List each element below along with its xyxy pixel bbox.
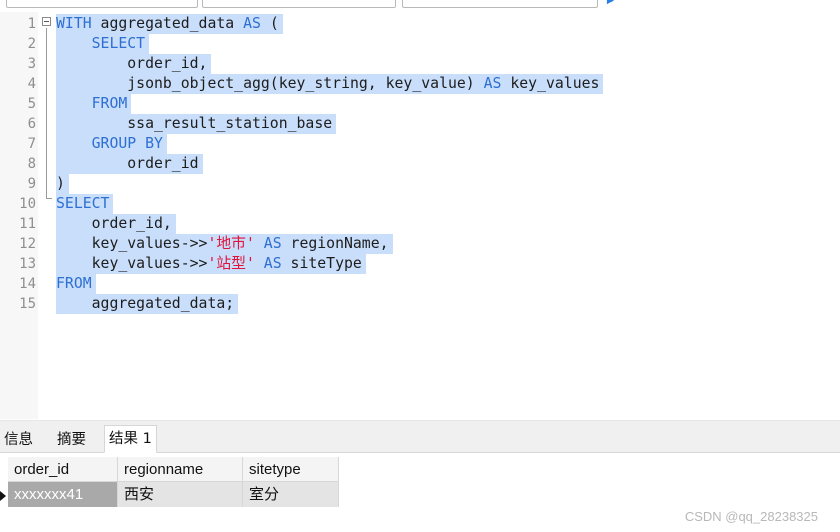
grid-cell[interactable]: 室分 (243, 482, 339, 507)
top-toolbar-strip (0, 0, 840, 8)
run-icon[interactable] (606, 0, 615, 5)
sql-editor[interactable]: 1 WITH aggregated_data AS (2 SELECT 3 orde… (0, 12, 840, 419)
line-number: 3 (27, 56, 36, 72)
line-number: 9 (27, 176, 36, 192)
line-number: 14 (19, 276, 36, 292)
code-line: 2 SELECT (0, 34, 840, 54)
fold-toggle-icon[interactable] (42, 17, 51, 26)
sql-token: key_values->> (56, 235, 208, 252)
code-text: ) (56, 174, 69, 194)
code-line: 3 order_id, (0, 54, 840, 74)
code-text: order_id (56, 154, 203, 174)
line-number: 7 (27, 136, 36, 152)
fold-guide-end (46, 198, 52, 199)
line-number: 15 (19, 296, 36, 312)
code-text: order_id, (56, 214, 176, 234)
database-select[interactable] (202, 0, 396, 8)
line-number: 4 (27, 76, 36, 92)
sql-keyword: SELECT (91, 35, 146, 52)
code-text: aggregated_data; (56, 294, 239, 314)
grid-cell[interactable]: 西安 (118, 482, 243, 507)
code-text: SELECT (56, 34, 150, 54)
current-row-indicator-icon (0, 491, 6, 501)
code-line: 6 ssa_result_station_base (0, 114, 840, 134)
code-line: 5 FROM (0, 94, 840, 114)
line-number: 10 (19, 196, 36, 212)
sql-keyword: AS (263, 255, 282, 272)
code-line: 4 jsonb_object_agg(key_string, key_value… (0, 74, 840, 94)
sql-token: key_values (501, 75, 600, 92)
code-line: 15 aggregated_data; (0, 294, 840, 314)
column-header[interactable]: regionname (118, 457, 243, 482)
sql-token: regionName, (281, 235, 389, 252)
sql-token: order_id (56, 155, 199, 172)
code-line: 14 FROM (0, 274, 840, 294)
sql-token: ) (56, 175, 65, 192)
tab-summary[interactable]: 摘要 (53, 428, 90, 452)
code-line: 13 key_values->>'站型' AS siteType (0, 254, 840, 274)
grid-cell[interactable]: xxxxxxx41 (8, 482, 118, 507)
code-text: WITH aggregated_data AS ( (56, 14, 283, 34)
code-text: FROM (56, 274, 96, 294)
line-number: 12 (19, 236, 36, 252)
sql-keyword: FROM (91, 95, 128, 112)
line-number: 5 (27, 96, 36, 112)
code-text: SELECT (56, 194, 114, 214)
sql-keyword: AS (263, 235, 282, 252)
code-line: 10 SELECT (0, 194, 840, 214)
sql-keyword: AS (243, 15, 261, 32)
sql-token: order_id, (56, 55, 208, 72)
code-line: 12 key_values->>'地市' AS regionName, (0, 234, 840, 254)
code-text: GROUP BY (56, 134, 167, 154)
code-text: ssa_result_station_base (56, 114, 337, 134)
sql-string: '站型' (207, 255, 255, 272)
sql-token: aggregated_data; (56, 295, 235, 312)
connection-select[interactable] (6, 0, 198, 8)
line-number: 6 (27, 116, 36, 132)
sql-keyword: WITH (56, 15, 92, 32)
watermark: CSDN @qq_28238325 (684, 509, 818, 524)
sql-keyword: GROUP BY (91, 135, 163, 152)
code-line: 11 order_id, (0, 214, 840, 234)
sql-token: ssa_result_station_base (56, 115, 333, 132)
tab-result-1[interactable]: 结果 1 (104, 425, 157, 453)
code-text: jsonb_object_agg(key_string, key_value) … (56, 74, 604, 94)
fold-guide (46, 28, 47, 198)
line-number: 2 (27, 36, 36, 52)
sql-string: '地市' (207, 235, 255, 252)
line-number: 1 (27, 16, 36, 32)
sql-token: siteType (281, 255, 362, 272)
code-line: 1 WITH aggregated_data AS ( (0, 14, 840, 34)
code-text: key_values->>'地市' AS regionName, (56, 234, 393, 254)
code-text: FROM (56, 94, 132, 114)
tab-info[interactable]: 信息 (0, 428, 37, 452)
sql-token: order_id, (56, 215, 172, 232)
schema-select[interactable] (402, 0, 598, 8)
code-line: 7 GROUP BY (0, 134, 840, 154)
code-text: key_values->>'站型' AS siteType (56, 254, 366, 274)
line-number: 13 (19, 256, 36, 272)
column-header[interactable]: order_id (8, 457, 118, 482)
column-header[interactable]: sitetype (243, 457, 339, 482)
sql-token: jsonb_object_agg(key_string, key_value) (56, 75, 484, 92)
code-text: order_id, (56, 54, 212, 74)
sql-token: ( (260, 15, 279, 32)
sql-token: aggregated_data (91, 15, 244, 32)
sql-keyword: FROM (56, 275, 92, 292)
result-tabs: 信息 摘要 结果 1 (0, 421, 840, 453)
code-line: 9) (0, 174, 840, 194)
sql-token: key_values->> (56, 255, 208, 272)
code-line: 8 order_id (0, 154, 840, 174)
line-number: 11 (19, 216, 36, 232)
sql-keyword: AS (483, 75, 502, 92)
sql-keyword: SELECT (56, 195, 110, 212)
line-number: 8 (27, 156, 36, 172)
